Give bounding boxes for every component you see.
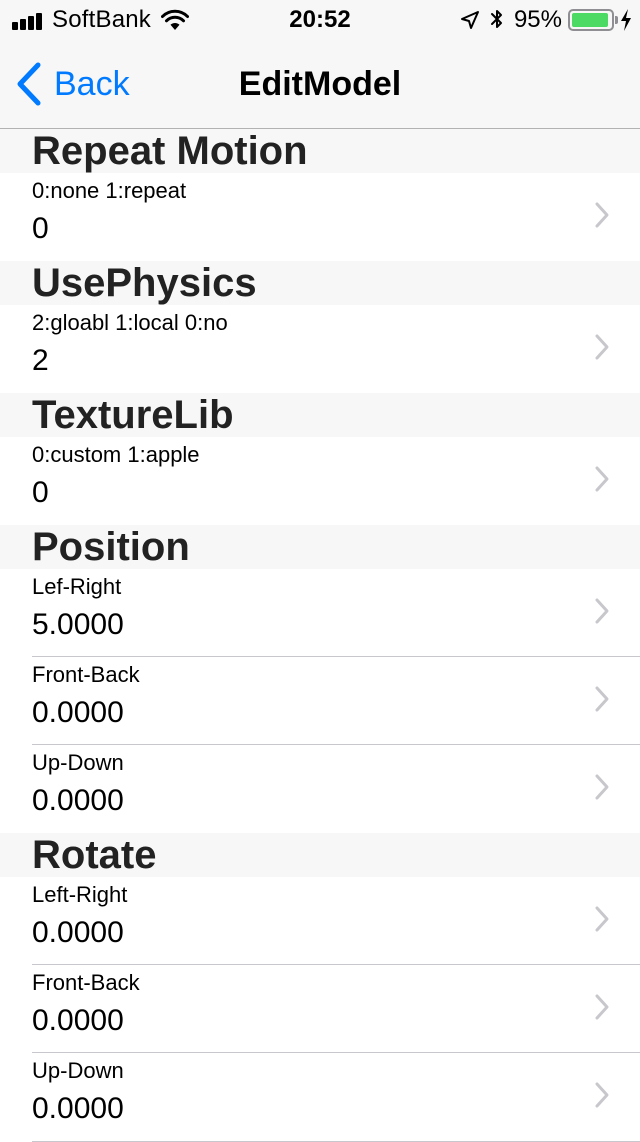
chevron-right-icon — [594, 465, 610, 493]
settings-table: Repeat Motion 0:none 1:repeat 0 UsePhysics 2… — [0, 129, 640, 1142]
row-value: 0.0000 — [32, 696, 124, 729]
row-label: 0:custom 1:apple — [32, 442, 200, 467]
row-label: Front-Back — [32, 662, 140, 687]
row-value: 0.0000 — [32, 916, 124, 949]
table-row[interactable]: 0:custom 1:apple 0 — [0, 437, 640, 525]
charging-bolt-icon — [621, 9, 631, 31]
chevron-right-icon — [594, 597, 610, 625]
table-row[interactable]: Left-Right 0.0000 — [0, 877, 640, 965]
section-header-label: Position — [32, 525, 190, 569]
row-label: Lef-Right — [32, 574, 122, 599]
section-header-label: Rotate — [32, 833, 157, 877]
row-label: Front-Back — [32, 970, 140, 995]
row-value: 0.0000 — [32, 784, 124, 817]
table-row[interactable]: Up-Down 0.0000 — [0, 745, 640, 833]
row-label: 2:gloabl 1:local 0:no — [32, 310, 228, 335]
chevron-right-icon — [594, 685, 610, 713]
navigation-bar: Back EditModel — [0, 40, 640, 129]
chevron-right-icon — [594, 333, 610, 361]
table-row[interactable]: 2:gloabl 1:local 0:no 2 — [0, 305, 640, 393]
section-header: Position — [0, 525, 640, 569]
row-label: Left-Right — [32, 882, 128, 907]
status-bar-right: 95% — [460, 6, 632, 34]
section-header: Repeat Motion — [0, 129, 640, 173]
chevron-right-icon — [594, 993, 610, 1021]
table-row[interactable]: 0:none 1:repeat 0 — [0, 173, 640, 261]
chevron-right-icon — [594, 1081, 610, 1109]
table-row[interactable]: Front-Back 0.0000 — [0, 965, 640, 1053]
chevron-right-icon — [594, 201, 610, 229]
battery-fill — [572, 13, 609, 27]
row-label: 0:none 1:repeat — [32, 178, 187, 203]
section-header: UsePhysics — [0, 261, 640, 305]
battery-percent: 95% — [513, 6, 562, 33]
status-bar: SoftBank 20:52 95% — [0, 0, 640, 40]
section-header: TextureLib — [0, 393, 640, 437]
table-row[interactable]: Lef-Right 5.0000 — [0, 569, 640, 657]
location-arrow-icon — [460, 11, 479, 29]
table-row[interactable]: Front-Back 0.0000 — [0, 657, 640, 745]
section-header-label: TextureLib — [32, 393, 234, 437]
row-value: 0 — [32, 212, 49, 245]
section-header: Rotate — [0, 833, 640, 877]
section-header-label: Repeat Motion — [32, 129, 308, 173]
row-label: Up-Down — [32, 1058, 124, 1083]
row-value: 0 — [32, 476, 49, 509]
bluetooth-icon — [490, 10, 502, 28]
chevron-right-icon — [594, 905, 610, 933]
row-value: 2 — [32, 344, 49, 377]
section-header-label: UsePhysics — [32, 261, 257, 305]
row-label: Up-Down — [32, 750, 124, 775]
battery-icon — [568, 9, 618, 31]
page-title: EditModel — [238, 65, 402, 103]
row-value: 5.0000 — [32, 608, 124, 641]
chevron-right-icon — [594, 773, 610, 801]
table-row[interactable]: Up-Down 0.0000 — [0, 1053, 640, 1141]
row-value: 0.0000 — [32, 1092, 124, 1125]
row-value: 0.0000 — [32, 1004, 124, 1037]
